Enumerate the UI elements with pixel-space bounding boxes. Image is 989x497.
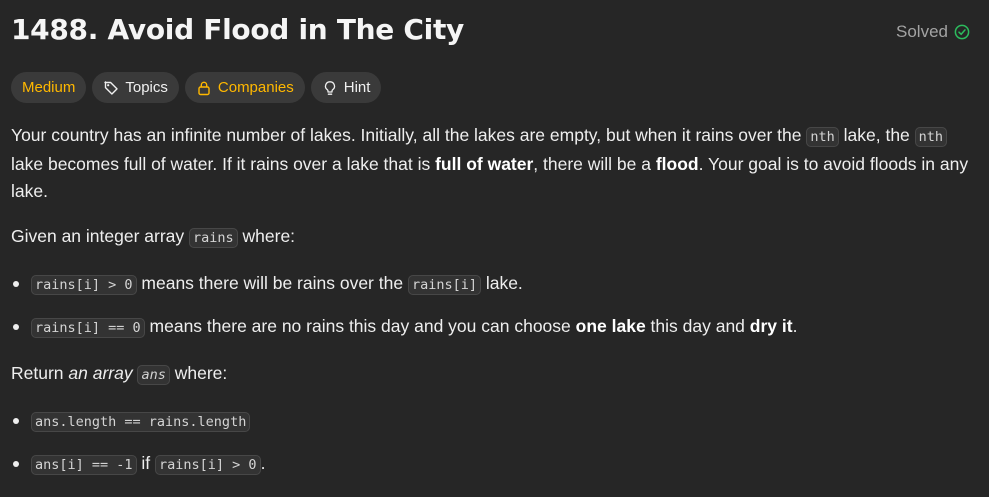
list-item: ans.length == rains.length — [13, 407, 979, 436]
text: this day and — [645, 316, 750, 336]
italic-text: an array — [68, 363, 133, 383]
text: . — [792, 316, 798, 336]
text: if — [136, 453, 156, 473]
text: Your country has an infinite number of l… — [11, 125, 807, 145]
difficulty-label: Medium — [22, 79, 76, 96]
inline-code: rains — [189, 228, 238, 248]
problem-title: 1488. Avoid Flood in The City — [11, 13, 464, 46]
problem-description: Your country has an infinite number of l… — [11, 122, 979, 497]
inline-code: rains[i] == 0 — [31, 318, 145, 338]
inline-code: nth — [806, 127, 839, 147]
inline-code: ans.length == rains.length — [31, 412, 251, 432]
lightbulb-icon — [322, 80, 338, 96]
inline-code: rains[i] > 0 — [31, 275, 137, 295]
description-paragraph-1: Your country has an infinite number of l… — [11, 122, 979, 205]
text: where: — [237, 226, 296, 246]
text: Given an integer array — [11, 226, 190, 246]
description-paragraph-3: Return an array ans where: — [11, 360, 979, 389]
ans-conditions-list: ans.length == rains.length ans[i] == -1 … — [11, 407, 979, 479]
bold-text: full of water — [435, 154, 534, 174]
problem-panel: 1488. Avoid Flood in The City Solved Med… — [0, 0, 989, 487]
solved-status: Solved — [896, 22, 970, 42]
text: lake. — [480, 273, 523, 293]
tag-icon — [103, 80, 119, 96]
description-paragraph-2: Given an integer array rains where: — [11, 223, 979, 252]
text: lake becomes full of water. If it rains … — [11, 154, 436, 174]
lock-icon — [196, 80, 212, 96]
inline-code: rains[i] — [407, 275, 481, 295]
list-item: rains[i] == 0 means there are no rains t… — [13, 313, 979, 342]
text: means there are no rains this day and yo… — [144, 316, 576, 336]
check-circle-icon — [954, 24, 970, 40]
companies-label: Companies — [217, 79, 294, 96]
inline-code: ans — [137, 365, 170, 385]
solved-label: Solved — [896, 22, 948, 41]
bold-text: dry it — [749, 316, 793, 336]
bold-text: flood — [655, 154, 699, 174]
text: where: — [169, 363, 228, 383]
list-item: ans[i] == -1 if rains[i] > 0. — [13, 450, 979, 479]
text: means there will be rains over the — [136, 273, 408, 293]
list-item: rains[i] > 0 means there will be rains o… — [13, 270, 979, 299]
rains-conditions-list: rains[i] > 0 means there will be rains o… — [11, 270, 979, 342]
text: lake, the — [838, 125, 915, 145]
inline-code: rains[i] > 0 — [155, 455, 261, 475]
text: Return — [11, 363, 69, 383]
topics-label: Topics — [125, 79, 168, 96]
difficulty-badge: Medium — [11, 72, 87, 103]
inline-code: ans[i] == -1 — [31, 455, 137, 475]
hint-label: Hint — [343, 79, 371, 96]
text: . — [260, 453, 266, 473]
text: , there will be a — [533, 154, 656, 174]
companies-button[interactable]: Companies — [184, 72, 305, 103]
topics-button[interactable]: Topics — [92, 72, 179, 103]
tag-row: Medium Topics Companies Hint — [11, 72, 382, 103]
hint-button[interactable]: Hint — [310, 72, 382, 103]
inline-code: nth — [914, 127, 948, 147]
bold-text: one lake — [575, 316, 646, 336]
